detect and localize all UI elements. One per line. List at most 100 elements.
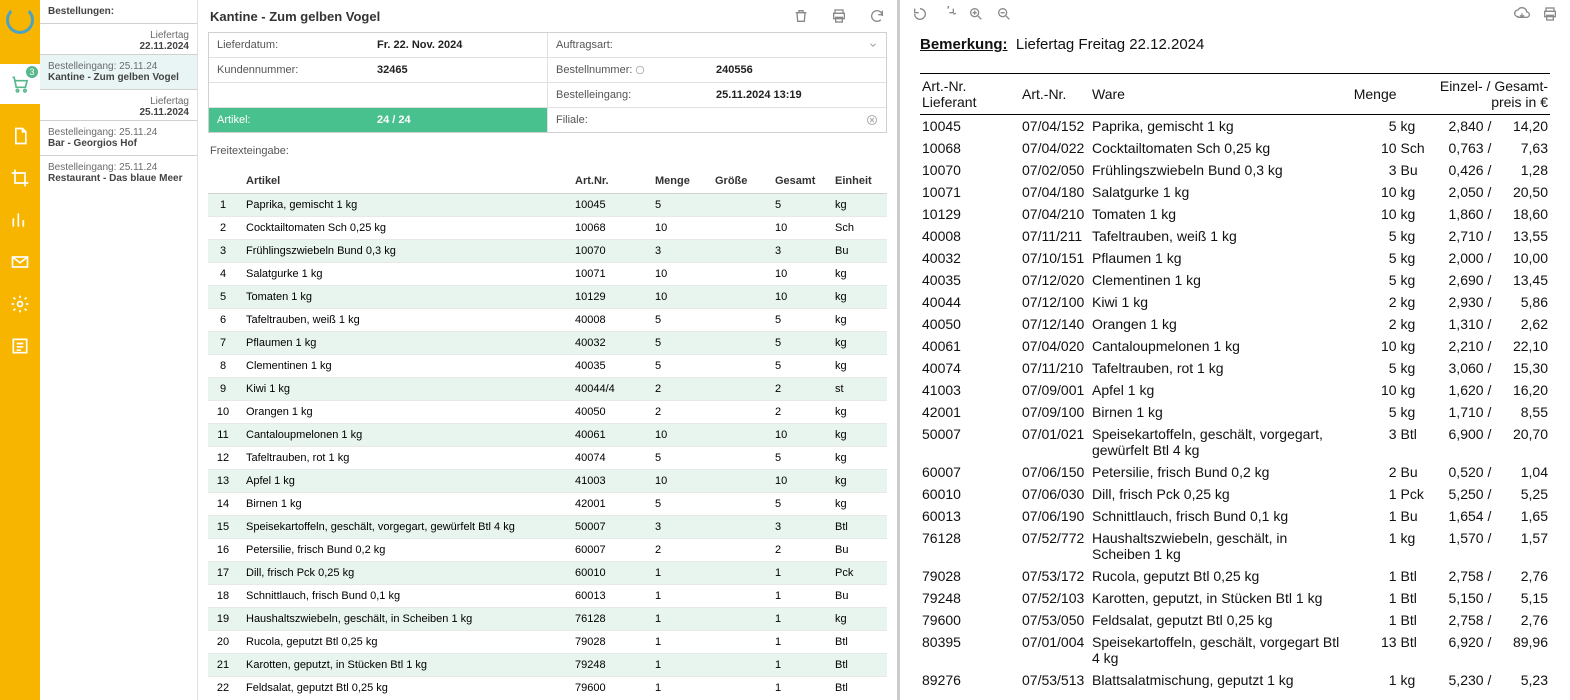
table-row[interactable]: 7Pflaumen 1 kg4003255kg bbox=[208, 332, 887, 355]
chevron-down-icon bbox=[868, 40, 878, 50]
mail-icon[interactable] bbox=[10, 252, 30, 272]
nav-rail: 3 bbox=[0, 0, 40, 700]
document-row: 1004507/04/152Paprika, gemischt 1 kg5kg2… bbox=[920, 115, 1550, 138]
document-row: 6001007/06/030Dill, frisch Pck 0,25 kg1P… bbox=[920, 483, 1550, 505]
table-row[interactable]: 1Paprika, gemischt 1 kg1004555kg bbox=[208, 194, 887, 217]
document-row: 8927607/53/513Blattsalatmischung, geputz… bbox=[920, 669, 1550, 691]
document-row: 7612807/52/772Haushaltszwiebeln, geschäl… bbox=[920, 527, 1550, 565]
document-row: 7960007/53/050Feldsalat, geputzt Btl 0,2… bbox=[920, 609, 1550, 631]
filiale-select[interactable] bbox=[708, 108, 886, 132]
order-editor: Kantine - Zum gelben Vogel Lieferdatum:F… bbox=[198, 0, 900, 700]
rotate-cw-icon[interactable] bbox=[940, 6, 956, 22]
table-row[interactable]: 9Kiwi 1 kg40044/422st bbox=[208, 378, 887, 401]
nav-cart[interactable]: 3 bbox=[0, 64, 40, 104]
col-einheit: Einheit bbox=[827, 169, 887, 194]
zoom-out-icon[interactable] bbox=[996, 6, 1012, 22]
document-row: 1007007/02/050Frühlingszwiebeln Bund 0,3… bbox=[920, 159, 1550, 181]
filiale-label: Filiale: bbox=[548, 108, 708, 132]
cart-badge: 3 bbox=[26, 66, 38, 78]
document-icon[interactable] bbox=[10, 126, 30, 146]
document-row: 1012907/04/210Tomaten 1 kg10kg1,860 /18,… bbox=[920, 203, 1550, 225]
table-row[interactable]: 14Birnen 1 kg4200155kg bbox=[208, 493, 887, 516]
auftragsart-label: Auftragsart: bbox=[548, 33, 708, 57]
artikel-count-value: 24 / 24 bbox=[369, 108, 547, 132]
document-row: 4200107/09/100Birnen 1 kg5kg1,710 /8,55 bbox=[920, 401, 1550, 423]
orders-header: Bestellungen: bbox=[40, 0, 197, 23]
list-icon[interactable] bbox=[10, 336, 30, 356]
order-item[interactable]: Bestelleingang: 25.11.24Restaurant - Das… bbox=[40, 155, 197, 190]
auftragsart-select[interactable] bbox=[708, 33, 886, 57]
table-row[interactable]: 22Feldsalat, geputzt Btl 0,25 kg7960011B… bbox=[208, 677, 887, 697]
zoom-in-icon[interactable] bbox=[968, 6, 984, 22]
document-row: 4004407/12/100Kiwi 1 kg2kg2,930 /5,86 bbox=[920, 291, 1550, 313]
bestelleingang-label: Bestelleingang: bbox=[548, 83, 708, 107]
order-title: Kantine - Zum gelben Vogel bbox=[210, 9, 380, 24]
orders-group-header: Liefertag22.11.2024 bbox=[40, 23, 197, 54]
refresh-icon[interactable] bbox=[869, 8, 885, 24]
table-row[interactable]: 4Salatgurke 1 kg100711010kg bbox=[208, 263, 887, 286]
col-artnr: Art.Nr. bbox=[567, 169, 647, 194]
col-gesamt: Gesamt bbox=[767, 169, 827, 194]
table-row[interactable]: 16Petersilie, frisch Bund 0,2 kg6000722B… bbox=[208, 539, 887, 562]
line-items-table: Artikel Art.Nr. Menge Größe Gesamt Einhe… bbox=[208, 169, 887, 696]
document-row: 4007407/11/210Tafeltrauben, rot 1 kg5kg3… bbox=[920, 357, 1550, 379]
table-row[interactable]: 10Orangen 1 kg4005022kg bbox=[208, 401, 887, 424]
table-row[interactable]: 20Rucola, geputzt Btl 0,25 kg7902811Btl bbox=[208, 631, 887, 654]
print-icon[interactable] bbox=[831, 8, 847, 24]
cart-icon bbox=[10, 74, 30, 94]
gear-icon[interactable] bbox=[10, 294, 30, 314]
table-row[interactable]: 5Tomaten 1 kg101291010kg bbox=[208, 286, 887, 309]
lieferdatum-label: Lieferdatum: bbox=[209, 33, 369, 57]
table-row[interactable]: 13Apfel 1 kg410031010kg bbox=[208, 470, 887, 493]
table-row[interactable]: 15Speisekartoffeln, geschält, vorgegart,… bbox=[208, 516, 887, 539]
table-row[interactable]: 12Tafeltrauben, rot 1 kg4007455kg bbox=[208, 447, 887, 470]
dcol-preis: Einzel- / Gesamt- preis in € bbox=[1429, 74, 1550, 115]
table-row[interactable]: 8Clementinen 1 kg4003555kg bbox=[208, 355, 887, 378]
orders-group-header: Liefertag25.11.2024 bbox=[40, 89, 197, 120]
cloud-download-icon[interactable] bbox=[1514, 6, 1530, 22]
document-table: Art.-Nr. Lieferant Art.-Nr. Ware Menge E… bbox=[920, 73, 1550, 691]
table-row[interactable]: 2Cocktailtomaten Sch 0,25 kg100681010Sch bbox=[208, 217, 887, 240]
col-artikel: Artikel bbox=[238, 169, 567, 194]
trash-icon[interactable] bbox=[793, 8, 809, 24]
app-logo-icon bbox=[6, 6, 34, 34]
table-row[interactable]: 11Cantaloupmelonen 1 kg400611010kg bbox=[208, 424, 887, 447]
dcol-ware: Ware bbox=[1090, 74, 1349, 115]
document-row: 7924807/52/103Karotten, geputzt, in Stüc… bbox=[920, 587, 1550, 609]
table-row[interactable]: 19Haushaltszwiebeln, geschält, in Scheib… bbox=[208, 608, 887, 631]
lieferdatum-value[interactable]: Fr. 22. Nov. 2024 bbox=[369, 33, 547, 57]
clear-icon bbox=[866, 114, 878, 126]
table-row[interactable]: 6Tafeltrauben, weiß 1 kg4000855kg bbox=[208, 309, 887, 332]
table-row[interactable]: 17Dill, frisch Pck 0,25 kg6001011Pck bbox=[208, 562, 887, 585]
kundennummer-label: Kundennummer: bbox=[209, 58, 369, 82]
table-row[interactable]: 18Schnittlauch, frisch Bund 0,1 kg600131… bbox=[208, 585, 887, 608]
freitext-label[interactable]: Freitexteingabe: bbox=[210, 145, 885, 157]
document-row: 5000707/01/021Speisekartoffeln, geschält… bbox=[920, 423, 1550, 461]
document-row: 4005007/12/140Orangen 1 kg2kg1,310 /2,62 bbox=[920, 313, 1550, 335]
dcol-artnr-lieferant: Art.-Nr. Lieferant bbox=[920, 74, 1020, 115]
kundennummer-value: 32465 bbox=[369, 58, 547, 82]
document-row: 6000707/06/150Petersilie, frisch Bund 0,… bbox=[920, 461, 1550, 483]
orders-panel: Bestellungen: Liefertag22.11.2024Bestell… bbox=[40, 0, 198, 700]
col-menge: Menge bbox=[647, 169, 707, 194]
order-item[interactable]: Bestelleingang: 25.11.24Kantine - Zum ge… bbox=[40, 54, 197, 89]
rotate-ccw-icon[interactable] bbox=[912, 6, 928, 22]
col-groesse: Größe bbox=[707, 169, 767, 194]
document-preview: Bemerkung: Liefertag Freitag 22.12.2024 … bbox=[900, 0, 1570, 700]
table-row[interactable]: 21Karotten, geputzt, in Stücken Btl 1 kg… bbox=[208, 654, 887, 677]
bestellnummer-label: Bestellnummer: bbox=[548, 58, 708, 82]
document-row: 1006807/04/022Cocktailtomaten Sch 0,25 k… bbox=[920, 137, 1550, 159]
col-idx bbox=[208, 169, 238, 194]
dcol-artnr: Art.-Nr. bbox=[1020, 74, 1090, 115]
bestelleingang-value: 25.11.2024 13:19 bbox=[708, 83, 886, 107]
document-remark: Bemerkung: Liefertag Freitag 22.12.2024 bbox=[920, 36, 1550, 53]
crop-icon[interactable] bbox=[10, 168, 30, 188]
document-row: 4003207/10/151Pflaumen 1 kg5kg2,000 /10,… bbox=[920, 247, 1550, 269]
document-row: 4000807/11/211Tafeltrauben, weiß 1 kg5kg… bbox=[920, 225, 1550, 247]
print-preview-icon[interactable] bbox=[1542, 6, 1558, 22]
order-item[interactable]: Bestelleingang: 25.11.24Bar - Georgios H… bbox=[40, 120, 197, 155]
chart-icon[interactable] bbox=[10, 210, 30, 230]
document-row: 4006107/04/020Cantaloupmelonen 1 kg10kg2… bbox=[920, 335, 1550, 357]
table-row[interactable]: 3Frühlingszwiebeln Bund 0,3 kg1007033Bu bbox=[208, 240, 887, 263]
document-row: 4003507/12/020Clementinen 1 kg5kg2,690 /… bbox=[920, 269, 1550, 291]
